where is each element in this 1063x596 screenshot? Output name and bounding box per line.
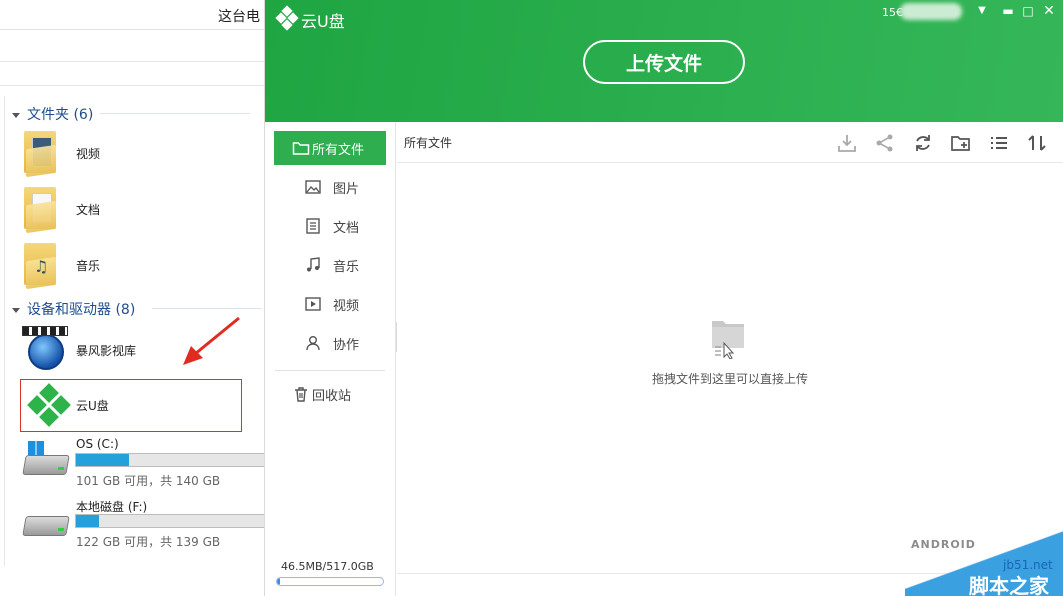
document-icon bbox=[306, 218, 320, 234]
drive-item-c[interactable]: OS (C:) 101 GB 可用，共 140 GB bbox=[22, 437, 264, 495]
sidebar-item-all-files[interactable]: 所有文件 bbox=[274, 131, 386, 165]
storage-usage-fill bbox=[277, 578, 281, 585]
red-arrow-annotation-icon bbox=[183, 316, 240, 365]
sidebar-divider bbox=[275, 370, 385, 371]
dropdown-menu-icon[interactable]: ▼ bbox=[973, 3, 991, 19]
storage-usage-bar bbox=[276, 577, 384, 586]
breadcrumb[interactable]: 所有文件 bbox=[404, 134, 452, 151]
folder-item-documents[interactable]: 文档 bbox=[22, 183, 242, 235]
hard-drive-windows-icon bbox=[22, 441, 70, 481]
sidebar-item-images[interactable]: 图片 bbox=[274, 170, 386, 204]
watermark-cn: 脚本之家 bbox=[969, 574, 1049, 596]
folder-item-music[interactable]: ♫ 音乐 bbox=[22, 239, 242, 291]
yun-u-pan-icon bbox=[25, 382, 73, 430]
collapse-triangle-icon bbox=[12, 112, 20, 118]
section-rule bbox=[100, 113, 250, 114]
explorer-ribbon bbox=[0, 30, 264, 62]
watermark: ANDROID jb51.net 脚本之家 bbox=[905, 528, 1063, 596]
trash-icon bbox=[295, 387, 307, 402]
empty-drop-zone[interactable]: 拖拽文件到这里可以直接上传 bbox=[397, 317, 1063, 397]
storage-usage-text: 46.5MB/517.0GB bbox=[281, 560, 374, 573]
drive-item-f[interactable]: 本地磁盘 (F:) 122 GB 可用，共 139 GB bbox=[22, 498, 264, 556]
toolbar: 所有文件 bbox=[397, 122, 1063, 163]
drag-folder-icon bbox=[712, 321, 744, 359]
upload-file-button[interactable]: 上传文件 bbox=[583, 40, 745, 84]
drive-usage-fill bbox=[76, 454, 129, 466]
explorer-address-bar[interactable] bbox=[0, 62, 264, 86]
folder-label: 音乐 bbox=[76, 259, 101, 273]
yun-u-pan-window: 云U盘 15€ ▼ ▬ □ ✕ 上传文件 所有文件 图片 文档 音乐 视频 协作… bbox=[265, 0, 1063, 596]
app-title: 云U盘 bbox=[301, 12, 345, 31]
music-note-icon bbox=[307, 257, 320, 272]
app-header: 云U盘 15€ ▼ ▬ □ ✕ 上传文件 bbox=[265, 0, 1063, 122]
drive-name: 本地磁盘 (F:) bbox=[76, 500, 148, 514]
drive-usage-fill bbox=[76, 515, 99, 527]
minimize-button[interactable]: ▬ bbox=[999, 3, 1017, 19]
drive-space-info: 101 GB 可用，共 140 GB bbox=[76, 474, 221, 488]
section-rule bbox=[152, 308, 262, 309]
sidebar-item-videos[interactable]: 视频 bbox=[274, 287, 386, 321]
device-label: 暴风影视库 bbox=[76, 344, 137, 358]
share-icon[interactable] bbox=[874, 132, 896, 154]
sidebar: 所有文件 图片 文档 音乐 视频 协作 回收站 46.5MB/517.0GB bbox=[265, 122, 396, 596]
section-folders-header[interactable]: 文件夹 (6) bbox=[12, 104, 250, 124]
app-logo-icon bbox=[275, 5, 299, 31]
file-explorer-window: 这台电 文件夹 (6) 视频 文档 ♫ 音乐 设备和驱动器 (8) 暴风影视库 bbox=[0, 0, 265, 596]
folder-item-video[interactable]: 视频 bbox=[22, 127, 242, 179]
folder-label: 视频 bbox=[76, 147, 101, 161]
explorer-divider bbox=[4, 96, 5, 566]
section-devices-header[interactable]: 设备和驱动器 (8) bbox=[12, 299, 262, 319]
explorer-title-bar: 这台电 bbox=[0, 0, 264, 30]
drive-usage-bar bbox=[75, 514, 264, 528]
sidebar-item-collaboration[interactable]: 协作 bbox=[274, 326, 386, 360]
device-item-yun-u-pan[interactable]: 云U盘 bbox=[20, 379, 242, 432]
explorer-title: 这台电 bbox=[218, 9, 260, 25]
sidebar-item-recycle-bin[interactable]: 回收站 bbox=[274, 377, 386, 411]
folder-label: 文档 bbox=[76, 203, 101, 217]
empty-hint-text: 拖拽文件到这里可以直接上传 bbox=[651, 372, 808, 386]
download-icon[interactable] bbox=[836, 132, 858, 154]
image-icon bbox=[305, 180, 321, 194]
close-button[interactable]: ✕ bbox=[1040, 3, 1058, 19]
sidebar-item-music[interactable]: 音乐 bbox=[274, 248, 386, 282]
music-folder-icon: ♫ bbox=[24, 243, 60, 290]
user-icon bbox=[306, 336, 320, 351]
new-folder-icon[interactable] bbox=[950, 132, 972, 154]
drive-usage-bar bbox=[75, 453, 264, 467]
device-label: 云U盘 bbox=[76, 399, 109, 413]
hard-drive-icon bbox=[22, 502, 70, 542]
storm-video-library-icon bbox=[22, 326, 68, 370]
documents-folder-icon bbox=[24, 187, 60, 234]
watermark-android: ANDROID bbox=[911, 538, 976, 551]
list-view-icon[interactable] bbox=[988, 132, 1010, 154]
maximize-button[interactable]: □ bbox=[1019, 3, 1037, 19]
sort-icon[interactable] bbox=[1026, 132, 1048, 154]
video-play-icon bbox=[305, 297, 321, 311]
refresh-icon[interactable] bbox=[912, 132, 934, 154]
folder-icon bbox=[292, 142, 310, 155]
file-list-panel[interactable]: 所有文件 拖拽文件到这里可以直接上传 bbox=[397, 122, 1063, 596]
collapse-triangle-icon bbox=[12, 307, 20, 313]
video-folder-icon bbox=[24, 131, 60, 178]
drive-name: OS (C:) bbox=[76, 437, 119, 451]
drive-space-info: 122 GB 可用，共 139 GB bbox=[76, 535, 221, 549]
sidebar-item-documents[interactable]: 文档 bbox=[274, 209, 386, 243]
account-redaction bbox=[900, 3, 962, 20]
